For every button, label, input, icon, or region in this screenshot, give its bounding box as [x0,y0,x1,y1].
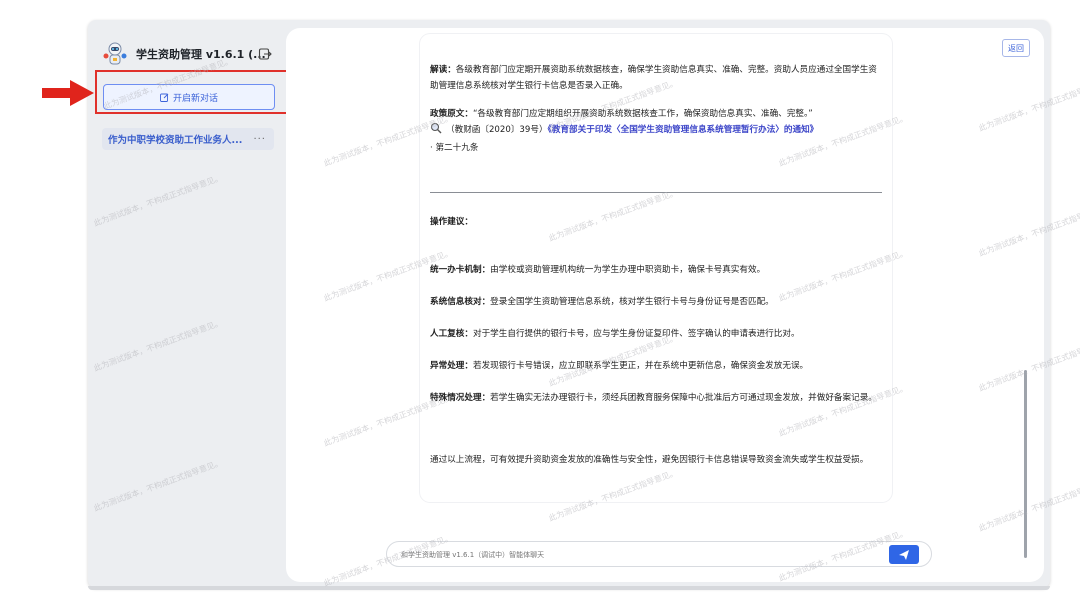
divider [430,192,882,193]
chat-input-bar [386,541,932,567]
scrollbar[interactable] [1024,370,1027,558]
send-button[interactable] [889,545,919,564]
logout-icon[interactable] [258,46,274,62]
policy-label: 政策原文： [430,109,473,119]
conclusion-paragraph: 通过以上流程，可有效提升资助资金发放的准确性与安全性，避免因银行卡信息错误导致资… [430,455,869,465]
assistant-message-card: 解读：各级教育部门应定期开展资助系统数据核查，确保学生资助信息真实、准确、完整。… [420,34,892,502]
conversation-item[interactable]: 作为中职学校资助工作业务人... ··· [102,128,274,150]
list-item: 系统信息核对：登录全国学生资助管理信息系统，核对学生银行卡号与身份证号是否匹配。 [430,297,774,307]
policy-text: “各级教育部门应定期组织开展资助系统数据核查工作，确保资助信息真实、准确、完整。… [472,109,813,119]
more-options-icon[interactable]: ··· [253,134,266,145]
policy-document-link[interactable]: 《教育部关于印发〈全国学生资助管理信息系统管理暂行办法〉的通知》 [548,125,819,135]
list-item: 异常处理：若发现银行卡号错误，应立即联系学生更正，并在系统中更新信息，确保资金发… [430,361,809,371]
edit-icon [160,93,169,102]
new-chat-button[interactable]: 开启新对话 [103,84,275,110]
list-item: 人工复核：对于学生自行提供的银行卡号，应与学生身份证复印件、签字确认的申请表进行… [430,329,800,339]
back-button[interactable]: 返回 [1002,39,1030,57]
sidebar: 学生资助管理 v1.6.1 (... 开启新对话 作为中职学校资助工作业务人..… [88,20,284,588]
chat-input[interactable] [399,545,863,565]
policy-paragraph: 政策原文：“各级教育部门应定期组织开展资助系统数据核查工作，确保资助信息真实、准… [430,106,882,156]
app-title: 学生资助管理 v1.6.1 (... [136,48,266,61]
list-item: 特殊情况处理：若学生确实无法办理银行卡，须经兵团教育服务保障中心批准后方可通过现… [430,393,877,403]
suggest-heading: 操作建议： [430,217,473,227]
robot-logo-icon [102,41,128,67]
new-chat-label: 开启新对话 [172,93,218,104]
chat-panel: 返回 解读：各级教育部门应定期开展资助系统数据核查，确保学生资助信息真实、准确、… [286,28,1044,582]
interpret-text: 各级教育部门应定期开展资助系统数据核查，确保学生资助信息真实、准确、完整。资助人… [430,65,877,91]
app-header: 学生资助管理 v1.6.1 (... [102,40,278,68]
send-icon [899,549,909,560]
doc-article: · 第二十九条 [430,143,479,153]
annotation-arrow-icon [42,80,94,110]
interpret-label: 解读： [430,65,456,75]
conversation-title: 作为中职学校资助工作业务人... [108,135,243,146]
interpret-paragraph: 解读：各级教育部门应定期开展资助系统数据核查，确保学生资助信息真实、准确、完整。… [430,62,882,94]
list-item: 统一办卡机制：由学校或资助管理机构统一为学生办理中职资助卡，确保卡号真实有效。 [430,265,766,275]
doc-reference: （教财函〔2020〕39号） [446,125,548,135]
magnifier-icon [430,122,442,140]
